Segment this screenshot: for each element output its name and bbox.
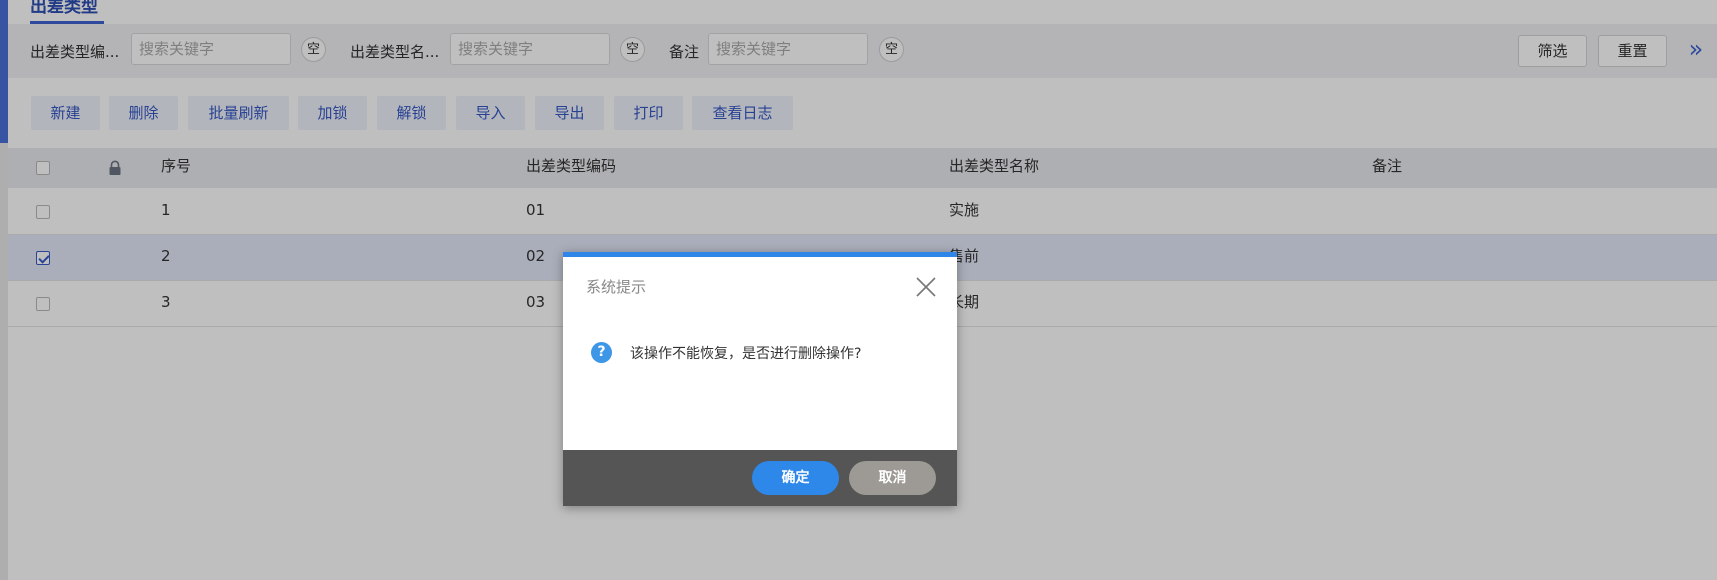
dialog-footer: 确定 取消 — [563, 450, 957, 506]
dialog-title: 系统提示 — [586, 278, 647, 296]
dialog-top-bar — [563, 252, 957, 257]
question-icon: ? — [591, 342, 612, 363]
confirm-button[interactable]: 确定 — [752, 461, 839, 495]
dialog-message: 该操作不能恢复，是否进行删除操作? — [630, 346, 862, 362]
dialog-body: ? 该操作不能恢复，是否进行删除操作? — [591, 342, 937, 372]
cancel-button[interactable]: 取消 — [849, 461, 936, 495]
close-icon[interactable] — [915, 276, 937, 298]
confirm-dialog: 系统提示 ? 该操作不能恢复，是否进行删除操作? 确定 取消 — [563, 252, 957, 506]
